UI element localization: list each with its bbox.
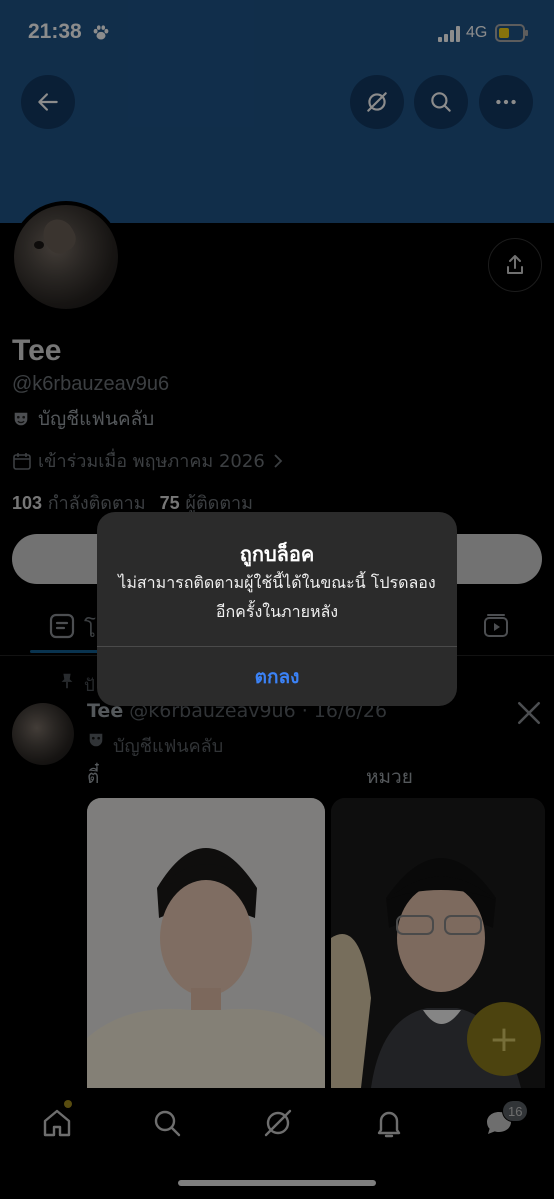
alert-message: ไม่สามารถติดตามผู้ใช้นี้ได้ในขณะนี้ โปรด… [118, 573, 436, 621]
alert-title: ถูกบล็อค [239, 542, 315, 566]
blocked-alert-dialog: ถูกบล็อค ไม่สามารถติดตามผู้ใช้นี้ได้ในขณ… [97, 512, 457, 706]
alert-ok-button[interactable]: ตกลง [97, 647, 457, 706]
